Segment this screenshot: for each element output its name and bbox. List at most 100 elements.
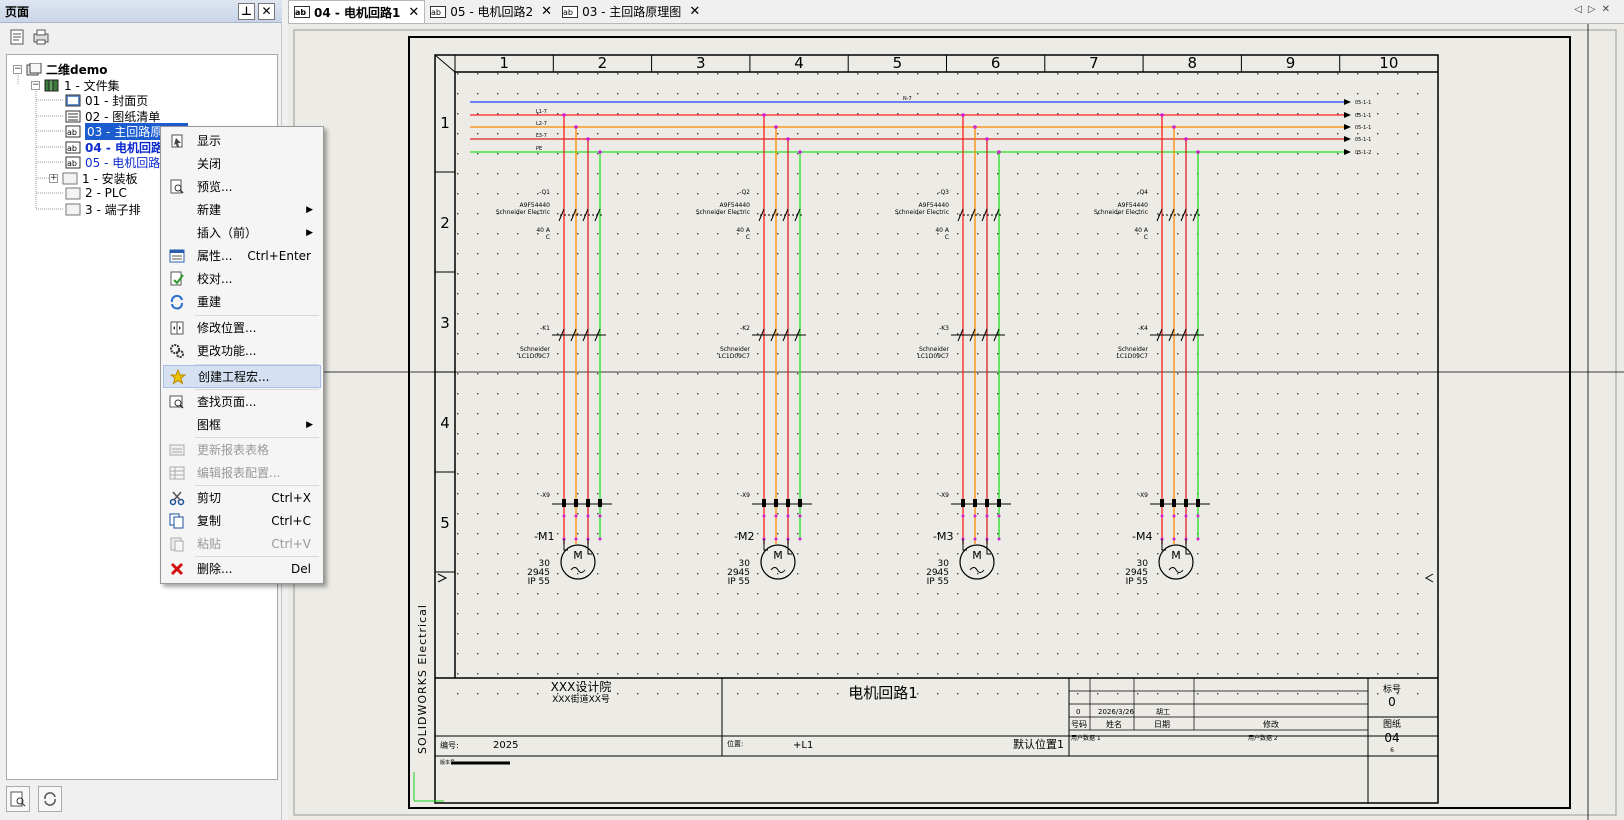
svg-text:ab: ab [295,8,306,17]
menu-item-label: 属性... [197,249,233,263]
pin-button[interactable]: ⊥ [238,3,255,20]
column-number: 10 [1379,54,1398,72]
bus-target-label: 05-1-1 [1355,137,1371,143]
menu-item-label: 剪切 [197,491,222,505]
app-window: 页面 ⊥ ✕ − 二维demo − 1 - 文件集 01 - 封面页 02 - … [0,0,1624,820]
page-list-icon[interactable] [8,28,26,46]
panel-toolbar [0,25,282,49]
menu-item-paste[interactable]: 粘贴 Ctrl+V [163,532,321,555]
svg-text:ab: ab [563,8,573,17]
menu-item-label: 编辑报表配置... [197,466,281,480]
motor-letter: M [573,549,583,562]
motor-tag: -M4 [1132,530,1152,543]
menu-item-frame[interactable]: 图框 ▶ [163,413,321,436]
terminal-dot [973,537,977,541]
terminal-dot [1172,514,1176,518]
menu-item-properties[interactable]: 属性... Ctrl+Enter [163,244,321,267]
schematic-page-icon: ab [294,6,310,18]
menu-item-edit-report-config[interactable]: 编辑报表配置... [163,461,321,484]
breaker-curve: C [546,234,550,241]
menu-item-show[interactable]: 显示 [163,129,321,152]
breaker-rating: 40 A [536,227,551,234]
column-number: 6 [991,54,1001,72]
contactor-maker: Schneider [1118,346,1149,353]
bus-label: N-7 [903,96,912,102]
terminal-mark [774,499,778,507]
tab-scroll-buttons[interactable]: ◁▷✕ [1574,4,1616,15]
terminal-mark [762,499,766,507]
breaker-curve: C [945,234,949,241]
check-icon [163,271,191,287]
terminal-mark [1196,499,1200,507]
menu-item-insert-before[interactable]: 插入（前） ▶ [163,221,321,244]
terminal-dot [586,514,590,518]
terminal-dot [598,537,602,541]
menu-item-new[interactable]: 新建 ▶ [163,198,321,221]
terminal-mark [973,499,977,507]
hdr-name: 姓名 [1106,719,1122,729]
terminal-tag: -X9 [540,492,550,499]
tab-close-button[interactable]: ✕ [408,5,419,20]
tab-main-circuit[interactable]: ab 03 - 主回路原理图 ✕ [557,0,705,23]
breaker-curve: C [1144,234,1148,241]
breaker-rating: 40 A [1134,227,1149,234]
menu-item-cut[interactable]: 剪切 Ctrl+X [163,486,321,509]
motor-tag: -M1 [534,530,554,543]
bus-target-label: 05-1-1 [1355,113,1371,119]
motor-ip: IP 55 [528,577,550,587]
menu-item-preview[interactable]: 预览... [163,175,321,198]
number-label: 编号: [440,740,459,750]
tab-label: 05 - 电机回路2 [450,5,534,19]
tab-close-button[interactable]: ✕ [541,4,552,19]
junction-dot [762,113,766,117]
row-number: 2 [440,214,450,232]
menu-item-change-function[interactable]: 更改功能... [163,339,321,362]
tab-motor-2[interactable]: ab 05 - 电机回路2 ✕ [425,0,557,23]
menu-item-rebuild[interactable]: 重建 [163,290,321,313]
tab-motor-1[interactable]: ab 04 - 电机回路1 ✕ [288,0,426,23]
submenu-arrow-icon: ▶ [306,419,313,430]
junction-dot [1172,125,1176,129]
menu-item-label: 校对... [197,272,233,286]
bus-label: L3-7 [536,133,547,139]
menu-item-copy[interactable]: 复制 Ctrl+C [163,509,321,532]
tab-close-button[interactable]: ✕ [689,4,700,19]
menu-item-shortcut: Ctrl+V [271,536,311,551]
drawing-canvas[interactable]: 1 2 3 4 5 6 7 8 9 10 1 2 3 4 5 SOLIDWORKS Electrical 05… [288,23,1624,820]
breaker-model: A9F54440 [520,202,551,209]
menu-item-shortcut: Ctrl+Enter [247,248,311,263]
terminal-dot [1196,514,1200,518]
terminal-dot [762,514,766,518]
menu-item-label: 关闭 [197,157,222,171]
menu-item-check[interactable]: 校对... [163,267,321,290]
menu-item-label: 查找页面... [197,395,257,409]
junction-dot [574,125,578,129]
bus-target-label: 05-1-1 [1355,100,1371,106]
breaker-maker: Schneider Electric [1094,209,1148,216]
table-icon [163,465,191,481]
menu-item-find-page[interactable]: 查找页面... [163,390,321,413]
bus-target-label: 05-1-2 [1355,150,1371,156]
position-value: +L1 [793,740,813,751]
panel-close-button[interactable]: ✕ [258,3,275,20]
terminal-dot [1196,537,1200,541]
menu-item-create-macro[interactable]: 创建工程宏... [163,365,321,388]
menu-item-delete[interactable]: 删除... Del [163,557,321,580]
terminal-tag: -X9 [740,492,750,499]
schematic-sheet[interactable]: 1 2 3 4 5 6 7 8 9 10 1 2 3 4 5 SOLIDWORKS Electrical 05… [288,24,1624,820]
terminal-mark [798,499,802,507]
panel-header: 页面 ⊥ ✕ [0,0,282,23]
preview-page-icon[interactable] [6,786,30,812]
breaker-rating: 40 A [935,227,950,234]
menu-item-update-report[interactable]: 更新报表表格 [163,438,321,461]
menu-item-close[interactable]: 关闭 [163,152,321,175]
rev-date: 2026/3/26 [1098,708,1134,716]
contactor-maker: Schneider [919,346,950,353]
refresh-icon[interactable] [38,786,62,812]
column-number: 9 [1286,54,1296,72]
menu-item-change-location[interactable]: 修改位置... [163,316,321,339]
drawing-title: 电机回路1 [848,684,918,702]
sheet-value: 04 [1384,731,1399,745]
junction-dot [786,137,790,141]
print-icon[interactable] [32,28,50,46]
